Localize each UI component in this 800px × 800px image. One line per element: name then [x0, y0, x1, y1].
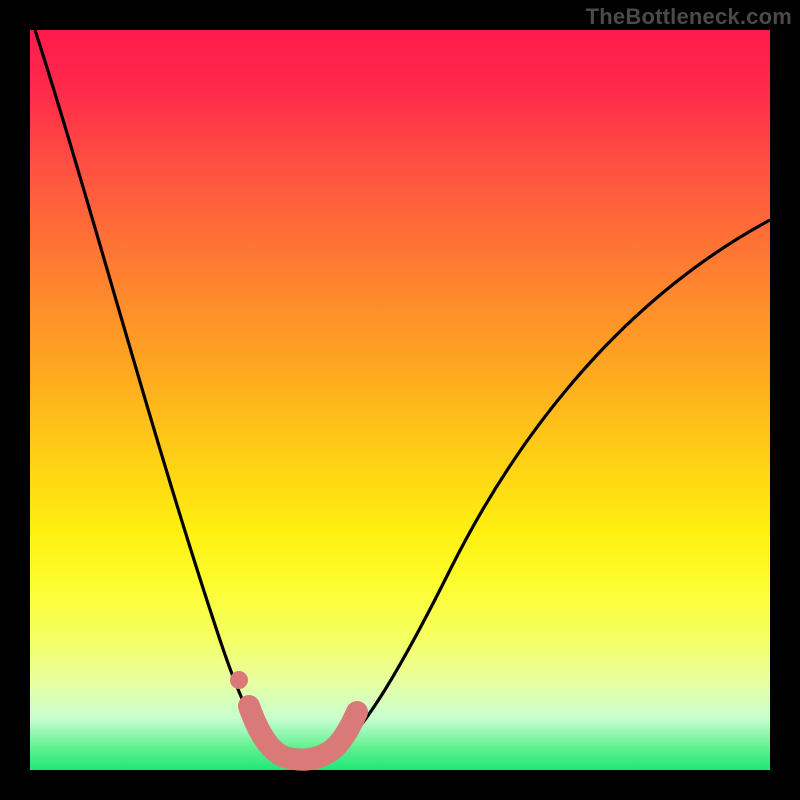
- marker-dot: [230, 671, 248, 689]
- watermark-text: TheBottleneck.com: [586, 4, 792, 30]
- minimum-band: [249, 706, 357, 760]
- chart-svg: [30, 30, 770, 770]
- chart-frame: TheBottleneck.com: [0, 0, 800, 800]
- bottleneck-curve: [35, 30, 770, 762]
